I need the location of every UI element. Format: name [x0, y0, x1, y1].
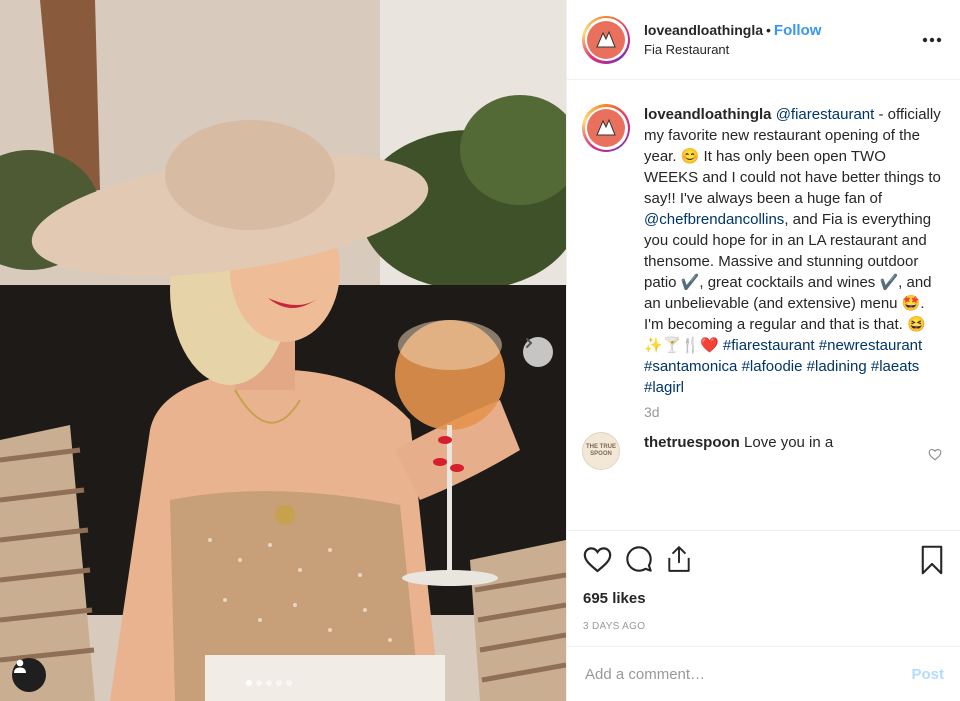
comments-section[interactable]: loveandloathingla @fiarestaurant - offic… [567, 80, 960, 530]
comments-clip [567, 516, 960, 530]
comment-username[interactable]: thetruespoon [644, 434, 740, 451]
avatar-border [584, 106, 628, 150]
post-actions: 695 likes 3 DAYS AGO [567, 530, 960, 632]
comment-like-button[interactable] [928, 448, 942, 466]
hashtag-link[interactable]: #santamonica [644, 358, 737, 375]
comment-input[interactable] [585, 665, 912, 683]
profile-avatar[interactable] [582, 15, 630, 64]
comment-text: thetruespoon Love you in a [644, 432, 874, 470]
carousel-dot [256, 680, 262, 686]
logo-icon [596, 30, 616, 47]
share-button[interactable] [666, 545, 692, 573]
comment-item: THE TRUE SPOON thetruespoon Love you in … [582, 432, 944, 470]
like-button[interactable] [583, 546, 612, 573]
avatar-border [584, 18, 628, 61]
add-comment-bar: Post [567, 646, 960, 701]
hashtag-link[interactable]: #lafoodie [742, 358, 803, 375]
heart-outline-icon [928, 448, 942, 461]
logo-icon [596, 118, 616, 136]
caption-age: 3d [644, 404, 660, 420]
avatar-image [587, 20, 625, 59]
hashtag-link[interactable]: #newrestaurant [819, 337, 922, 354]
comment-bubble-icon [626, 546, 652, 572]
user-icon [14, 659, 26, 673]
caption-text: loveandloathingla @fiarestaurant - offic… [644, 104, 944, 398]
header-text: loveandloathingla • Follow Fia Restaurant [644, 21, 821, 59]
comment-avatar[interactable]: THE TRUE SPOON [582, 432, 620, 470]
carousel-indicator [246, 680, 292, 686]
comment-button[interactable] [625, 545, 653, 573]
caption-avatar[interactable] [582, 104, 630, 152]
post-photo[interactable] [0, 0, 566, 701]
share-icon [668, 546, 690, 572]
carousel-next-button[interactable] [523, 337, 553, 367]
carousel-dot [286, 680, 292, 686]
chevron-right-icon [526, 338, 533, 348]
hashtag-link[interactable]: #lagirl [644, 379, 684, 396]
post-timestamp[interactable]: 3 DAYS AGO [583, 621, 944, 632]
carousel-dot [246, 680, 252, 686]
hashtag-link[interactable]: #ladining [807, 358, 867, 375]
mention-link[interactable]: @chefbrendancollins [644, 211, 784, 228]
post-comment-button[interactable]: Post [911, 666, 944, 683]
bookmark-icon [921, 545, 943, 575]
more-horizontal-icon [922, 37, 942, 43]
comment-body: Love you in a [744, 434, 834, 451]
action-icons [583, 543, 944, 575]
caption: loveandloathingla @fiarestaurant - offic… [582, 104, 944, 398]
follow-button[interactable]: Follow [774, 22, 822, 39]
bullet-separator: • [766, 21, 771, 38]
carousel-dot [276, 680, 282, 686]
hashtag-link[interactable]: #laeats [871, 358, 919, 375]
likes-count[interactable]: 695 likes [583, 590, 944, 607]
post-header: loveandloathingla • Follow Fia Restaurant [567, 0, 960, 80]
location-link[interactable]: Fia Restaurant [644, 40, 821, 59]
post-panel: loveandloathingla • Follow Fia Restaurant [566, 0, 960, 701]
header-username[interactable]: loveandloathingla [644, 22, 763, 38]
caption-username[interactable]: loveandloathingla [644, 106, 772, 123]
more-options-button[interactable] [922, 30, 942, 48]
avatar-image [587, 109, 625, 147]
mention-link[interactable]: @fiarestaurant [776, 106, 875, 123]
caption-body: , and Fia is everything you could hope f… [644, 211, 932, 354]
tagged-user-button[interactable] [12, 658, 46, 692]
photo-illustration [0, 0, 566, 701]
save-button[interactable] [920, 545, 944, 580]
carousel-dot [266, 680, 272, 686]
hashtag-link[interactable]: #fiarestaurant [723, 337, 815, 354]
heart-icon [583, 546, 612, 572]
